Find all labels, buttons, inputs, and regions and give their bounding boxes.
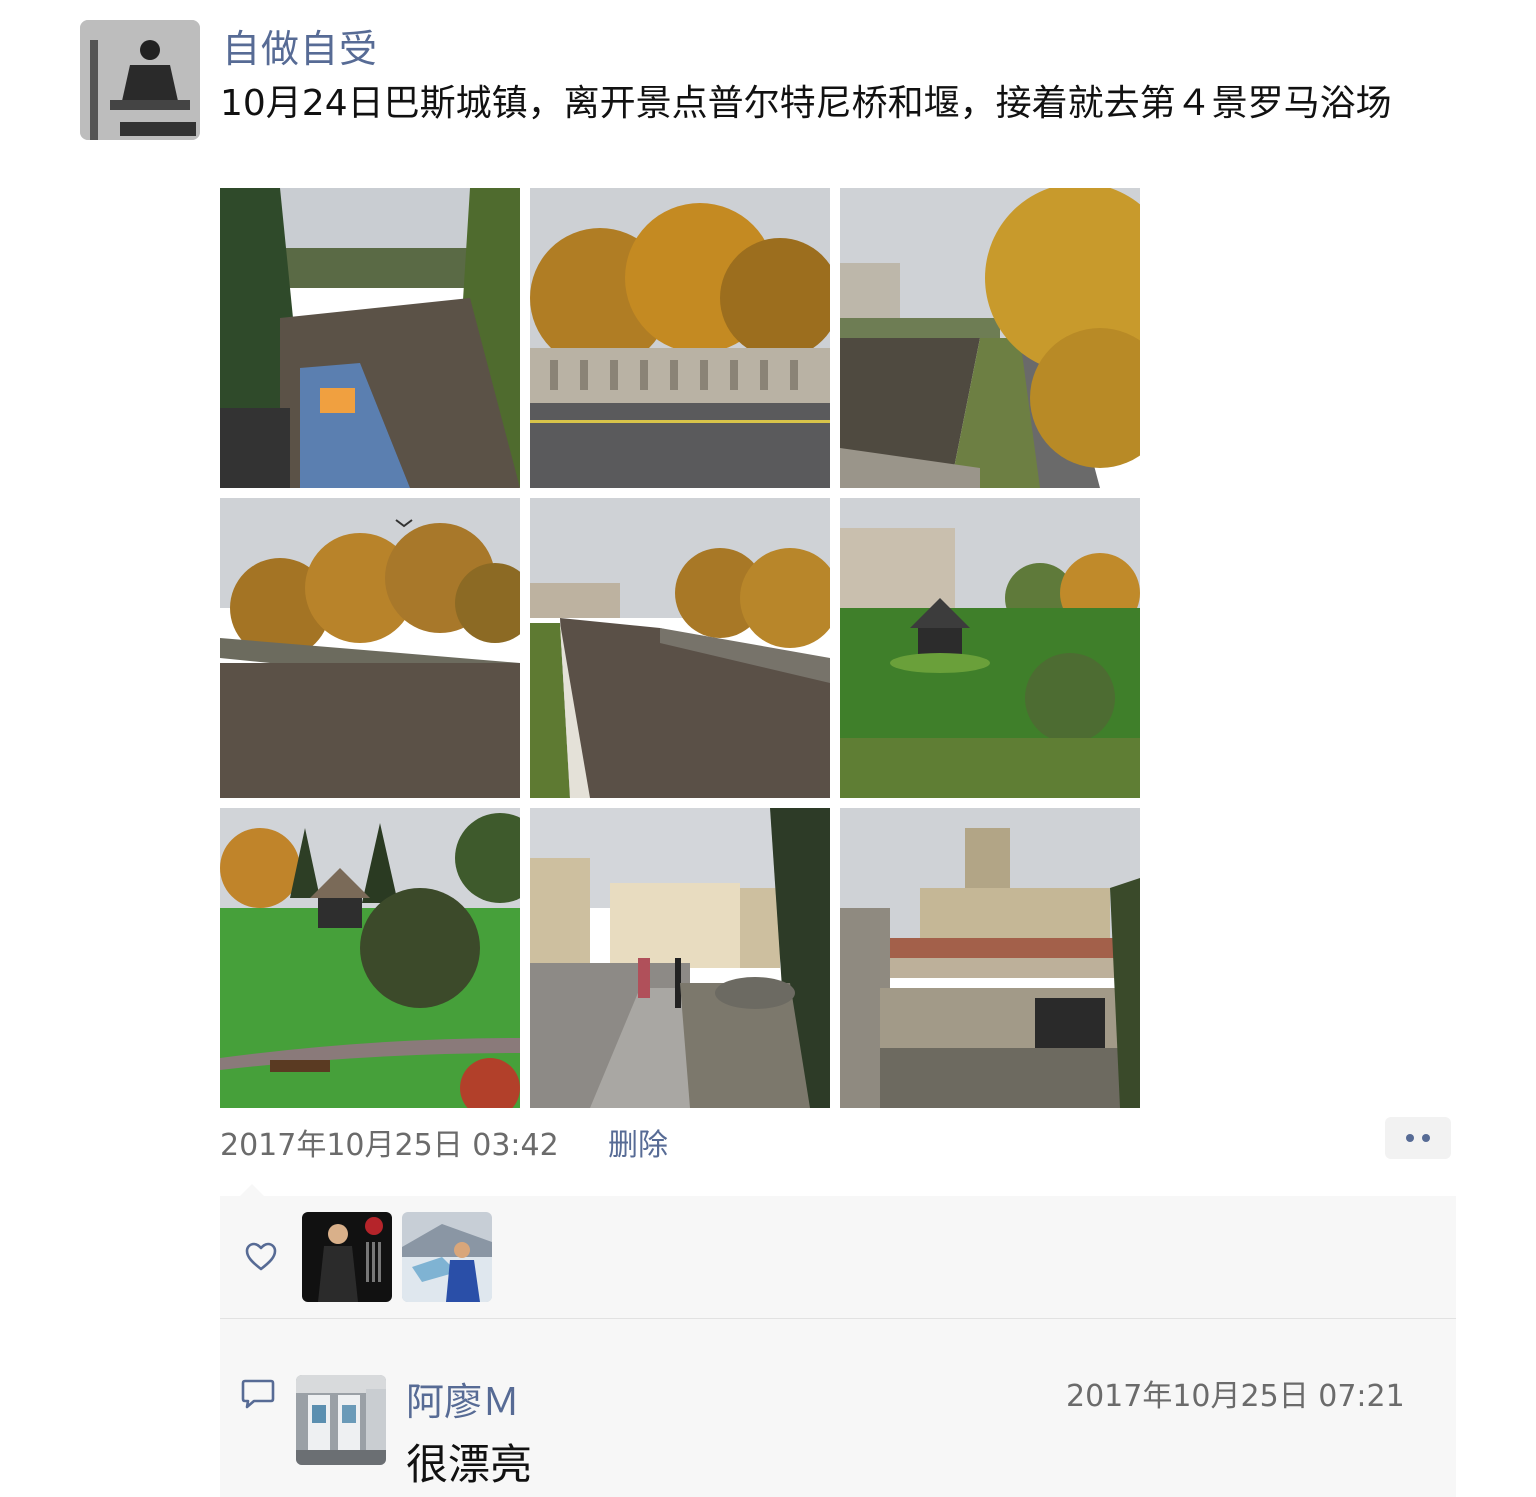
photo-grid xyxy=(220,188,1140,1108)
interaction-panel: 阿廖Ｍ 2017年10月25日 07:21 很漂亮 xyxy=(220,1196,1456,1497)
photo-garden-gazebo[interactable] xyxy=(220,808,520,1108)
delete-link[interactable]: 删除 xyxy=(608,1120,668,1164)
commenter-name[interactable]: 阿廖Ｍ xyxy=(406,1371,520,1426)
photo-river-weir[interactable] xyxy=(530,498,830,798)
commenter-avatar[interactable] xyxy=(296,1375,386,1465)
photo-park-bandstand[interactable] xyxy=(840,498,1140,798)
heart-icon xyxy=(245,1242,277,1271)
avatar-photo-icon xyxy=(80,20,200,140)
photo-bridge-autumn[interactable] xyxy=(530,188,830,488)
post-timestamp: 2017年10月25日 03:42 xyxy=(220,1128,559,1163)
comment-text: 很漂亮 xyxy=(406,1440,533,1489)
author-avatar[interactable] xyxy=(80,20,200,140)
more-actions-button[interactable] xyxy=(1385,1117,1451,1159)
photo-river-walkway[interactable] xyxy=(840,188,1140,488)
more-dot-icon xyxy=(1422,1134,1430,1142)
liker-avatar-icon xyxy=(302,1212,392,1302)
more-dot-icon xyxy=(1406,1134,1414,1142)
comment-icon xyxy=(241,1379,275,1409)
comment-item: 阿廖Ｍ 2017年10月25日 07:21 很漂亮 xyxy=(220,1319,1456,1497)
commenter-avatar-icon xyxy=(296,1375,386,1465)
liker-avatar-1[interactable] xyxy=(302,1212,392,1302)
photo-abbey-view[interactable] xyxy=(840,808,1140,1108)
comment-timestamp: 2017年10月25日 07:21 xyxy=(1066,1379,1405,1414)
post-text: 10月24日巴斯城镇，离开景点普尔特尼桥和堰，接着就去第４景罗马浴场 xyxy=(220,83,1392,124)
photo-street-buildings[interactable] xyxy=(530,808,830,1108)
photo-river-bird[interactable] xyxy=(220,498,520,798)
photo-river-boat[interactable] xyxy=(220,188,520,488)
likes-row xyxy=(220,1196,1456,1318)
post-author-name[interactable]: 自做自受 xyxy=(222,18,378,73)
liker-avatar-2[interactable] xyxy=(402,1212,492,1302)
panel-arrow xyxy=(240,1184,264,1196)
liker-avatar-icon xyxy=(402,1212,492,1302)
